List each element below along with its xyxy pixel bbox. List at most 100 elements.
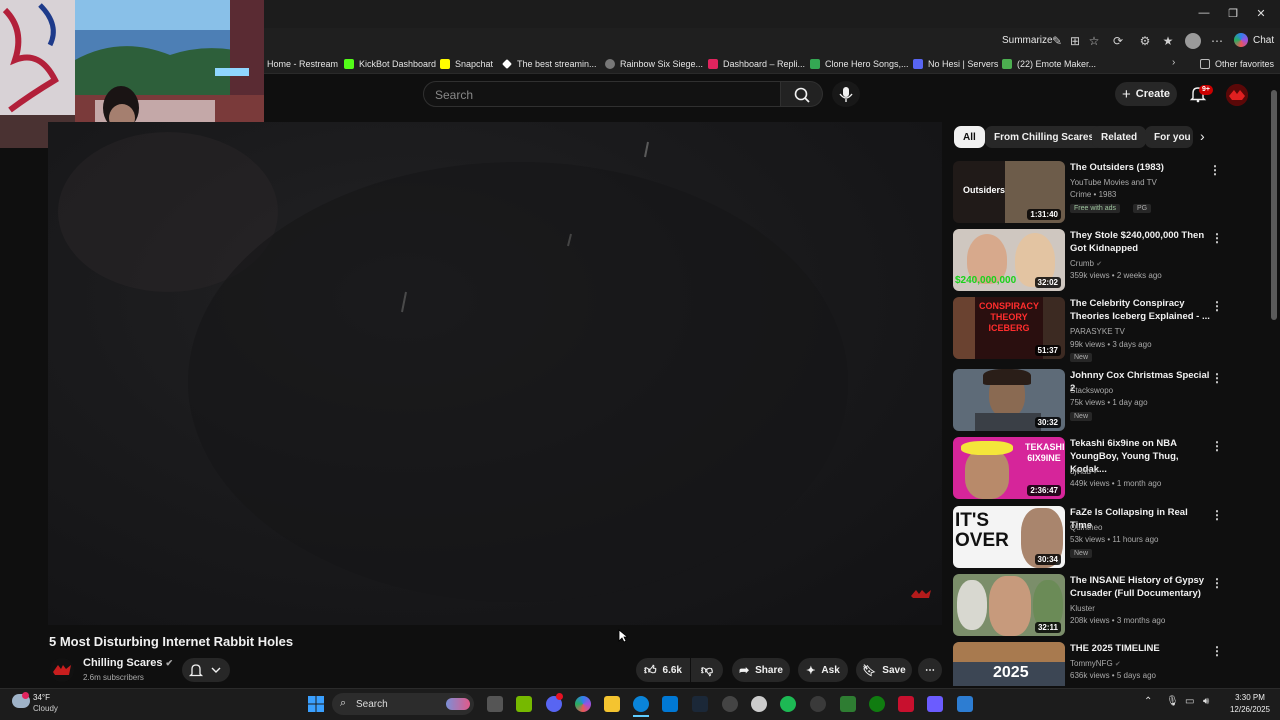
channel-name[interactable]: Chilling Scares ✔ (83, 657, 173, 669)
video-thumbnail[interactable]: CONSPIRACY THEORY ICEBERG 51:37 (953, 297, 1065, 359)
store-icon[interactable] (662, 696, 678, 712)
video-thumbnail[interactable]: IT'S OVER 30:34 (953, 506, 1065, 568)
bookmark-item[interactable]: KickBot Dashboard (344, 56, 436, 72)
bookmarks-overflow-icon[interactable]: › (1172, 57, 1175, 68)
bookmark-item[interactable]: The best streamin... (502, 56, 597, 72)
create-button[interactable]: + Create (1115, 82, 1177, 106)
bookmark-item[interactable]: No Hesi | Servers (913, 56, 998, 72)
other-favorites-button[interactable]: Other favorites (1200, 56, 1274, 72)
copilot-app-icon[interactable] (575, 696, 591, 712)
channel-avatar[interactable] (50, 658, 74, 682)
refresh-icon[interactable]: ⟳ (1110, 33, 1126, 49)
more-vertical-icon[interactable]: ⋮ (1211, 371, 1223, 385)
channel-name-label: Chilling Scares (83, 657, 163, 669)
recommendation-item[interactable]: 2025 THE 2025 TIMELINE TommyNFG ✔ 636k v… (953, 642, 1253, 686)
more-vertical-icon[interactable]: ⋮ (1209, 163, 1221, 177)
channel-name: Kluster (1070, 604, 1095, 613)
video-thumbnail[interactable]: 2025 (953, 642, 1065, 686)
chip-related[interactable]: Related (1092, 126, 1147, 148)
weather-temperature[interactable]: 34°F (33, 693, 50, 702)
chip-all[interactable]: All (954, 126, 985, 148)
dislike-button[interactable]: 👎︎ (691, 658, 723, 682)
bookmark-item[interactable]: (22) Emote Maker... (1002, 56, 1096, 72)
minimize-icon[interactable]: — (1197, 7, 1211, 19)
more-vertical-icon[interactable]: ⋮ (1211, 576, 1223, 590)
recommendation-item[interactable]: TEKASHI 6IX9INE 2:36:47 Tekashi 6ix9ine … (953, 437, 1253, 499)
recommendation-item[interactable]: CONSPIRACY THEORY ICEBERG 51:37 The Cele… (953, 297, 1253, 362)
recommendation-item[interactable]: 30:32 Johnny Cox Christmas Special 2 Sta… (953, 369, 1253, 431)
like-button[interactable]: 👍︎ 6.6k (636, 658, 690, 682)
more-vertical-icon[interactable]: ⋮ (1211, 231, 1223, 245)
more-vertical-icon[interactable]: ⋮ (1211, 644, 1223, 658)
copilot-summarize-icon[interactable]: ✎ (1049, 33, 1065, 49)
volume-icon[interactable]: 🔊︎ (1203, 696, 1209, 707)
chip-for-you[interactable]: For you (1145, 126, 1193, 148)
bookmark-item[interactable]: Snapchat (440, 56, 493, 72)
task-view-icon[interactable] (487, 696, 503, 712)
4k-app-icon[interactable] (810, 696, 826, 712)
page-scrollbar[interactable] (1271, 90, 1277, 320)
bookmark-item[interactable]: Clone Hero Songs,... (810, 56, 909, 72)
video-thumbnail[interactable]: 30:32 (953, 369, 1065, 431)
save-button[interactable]: 🔖︎ Save (856, 658, 912, 682)
spotify-icon[interactable] (780, 696, 796, 712)
subscription-notification-button[interactable] (182, 658, 230, 682)
bookmark-item[interactable]: Rainbow Six Siege... (605, 56, 703, 72)
app-grid-icon[interactable]: ⊞ (1067, 33, 1083, 49)
more-vertical-icon[interactable]: ⋮ (1211, 299, 1223, 313)
search-input[interactable]: Search (423, 81, 781, 107)
media-app-icon[interactable] (927, 696, 943, 712)
file-explorer-icon[interactable] (604, 696, 620, 712)
thumbnail-text: CONSPIRACY THEORY ICEBERG (978, 301, 1039, 333)
steam-icon[interactable] (692, 696, 708, 712)
video-thumbnail[interactable]: TEKASHI 6IX9INE 2:36:47 (953, 437, 1065, 499)
more-vertical-icon[interactable]: ⋮ (1211, 439, 1223, 453)
copilot-icon[interactable] (1234, 33, 1248, 47)
chip-from-channel[interactable]: From Chilling Scares (985, 126, 1104, 148)
settings-app-icon[interactable] (751, 696, 767, 712)
voice-search-button[interactable] (832, 81, 860, 107)
xbox-icon[interactable] (869, 696, 885, 712)
microphone-tray-icon[interactable]: 🎙︎ (1166, 696, 1179, 707)
channel-watermark-icon[interactable] (910, 586, 932, 602)
extensions-icon[interactable]: ⚙ (1137, 33, 1153, 49)
nvidia-icon[interactable] (516, 696, 532, 712)
search-button[interactable] (781, 81, 823, 107)
more-actions-button[interactable]: ⋯ (918, 658, 942, 682)
bookmark-item[interactable]: Home - Restream (267, 56, 338, 72)
profile-avatar[interactable] (1185, 33, 1201, 49)
video-thumbnail[interactable]: 32:11 (953, 574, 1065, 636)
start-icon[interactable] (308, 696, 324, 712)
close-icon[interactable]: ✕ (1254, 7, 1268, 20)
more-options-icon[interactable]: ⋯ (1209, 33, 1225, 49)
network-icon[interactable]: ▭ (1185, 696, 1194, 707)
account-avatar[interactable] (1226, 84, 1248, 106)
recommendation-item[interactable]: IT'S OVER 30:34 FaZe Is Collapsing in Re… (953, 506, 1253, 568)
free-with-ads-badge: Free with ads (1070, 204, 1121, 213)
chat-button[interactable]: Chat (1253, 35, 1274, 46)
recommendation-item[interactable]: 32:11 The INSANE History of Gypsy Crusad… (953, 574, 1253, 636)
window-app-icon[interactable] (957, 696, 973, 712)
b-app-icon[interactable] (840, 696, 856, 712)
verified-icon: ✔ (165, 658, 174, 668)
recommendation-item[interactable]: Outsiders 1:31:40 The Outsiders (1983) Y… (953, 161, 1253, 223)
share-button[interactable]: ➦ Share (732, 658, 790, 682)
restore-icon[interactable]: ❐ (1226, 7, 1240, 20)
taskbar-clock-date[interactable]: 12/26/2025 (1226, 705, 1274, 714)
video-thumbnail[interactable]: Outsiders 1:31:40 (953, 161, 1065, 223)
more-vertical-icon[interactable]: ⋮ (1211, 508, 1223, 522)
summarize-button[interactable]: Summarize (1002, 35, 1053, 46)
chips-next-icon[interactable]: › (1200, 128, 1205, 144)
game-app-icon[interactable] (898, 696, 914, 712)
favorite-star-icon[interactable]: ☆ (1086, 33, 1102, 49)
video-thumbnail[interactable]: $240,000,000 32:02 (953, 229, 1065, 291)
ask-button[interactable]: ✦ Ask (798, 658, 848, 682)
tray-overflow-icon[interactable]: ⌃ (1144, 696, 1152, 707)
video-player[interactable] (48, 122, 942, 625)
bookmark-item[interactable]: Dashboard – Repli... (708, 56, 805, 72)
obs-icon[interactable] (722, 696, 738, 712)
recommendation-item[interactable]: $240,000,000 32:02 They Stole $240,000,0… (953, 229, 1253, 291)
taskbar-clock-time[interactable]: 3:30 PM (1230, 693, 1270, 702)
weather-condition[interactable]: Cloudy (33, 704, 58, 713)
edge-icon[interactable] (633, 696, 649, 712)
